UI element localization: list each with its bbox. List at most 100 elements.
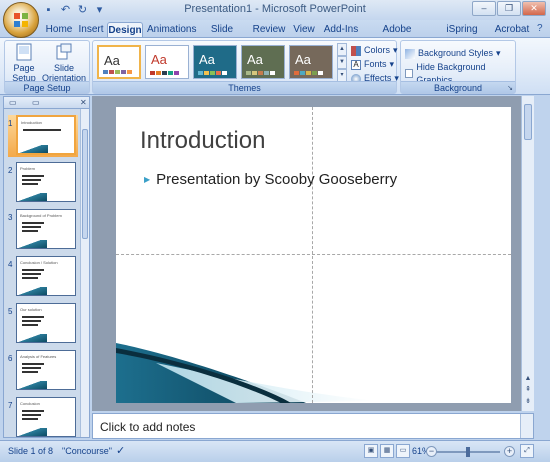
close-button[interactable]: ✕ — [522, 1, 546, 16]
hide-background-graphics-checkbox[interactable]: Hide Background Graphics — [405, 62, 515, 85]
slide-thumbnail-line — [22, 277, 38, 279]
tab-slide-show[interactable]: Slide Show — [199, 22, 245, 50]
tab-insert[interactable]: Insert — [77, 22, 105, 37]
slide-title[interactable]: Introduction — [140, 127, 265, 155]
dialog-launcher-icon[interactable]: ↘ — [507, 84, 513, 92]
next-slide-icon[interactable]: ⇟ — [523, 397, 533, 407]
tab-adobe-presenter[interactable]: Adobe Presenter — [364, 22, 430, 50]
theme-sample-text: Aa — [104, 53, 120, 68]
chevron-down-icon: ▾ — [389, 59, 395, 69]
fit-to-window-icon[interactable]: ⤢ — [520, 444, 534, 458]
color-swatch — [210, 71, 215, 75]
gallery-up-icon[interactable]: ▲ — [337, 43, 347, 56]
slide-thumbnail-item[interactable]: 5 Our solution — [8, 303, 78, 345]
slide-thumbnail: Conclusion — [16, 397, 76, 437]
slides-pane-scrollbar[interactable] — [80, 109, 89, 437]
tab-add-ins[interactable]: Add-Ins — [323, 22, 359, 37]
theme-thumbnail[interactable]: Aa — [145, 45, 189, 79]
slide-orientation-button[interactable]: Slide Orientation — [41, 43, 87, 83]
slide-thumbnail-swoosh — [17, 428, 47, 436]
color-swatch — [300, 71, 305, 75]
page-setup-button[interactable]: Page Setup — [9, 43, 39, 83]
theme-sample-text: Aa — [151, 52, 167, 67]
colors-button[interactable]: Colors ▾ — [351, 44, 398, 57]
tab-home[interactable]: Home — [44, 22, 74, 37]
horizontal-guide[interactable] — [116, 254, 511, 255]
tab-animations[interactable]: Animations — [147, 22, 196, 37]
background-styles-button[interactable]: Background Styles ▾ — [405, 47, 501, 60]
notes-pane[interactable]: Click to add notes — [92, 413, 534, 439]
slide-thumbnail-line — [22, 324, 38, 326]
spell-check-icon[interactable]: ✓ — [116, 444, 125, 457]
notes-scrollbar[interactable] — [520, 414, 533, 438]
slide-thumbnail-line — [22, 363, 44, 365]
slide-thumbnail-line — [22, 273, 41, 275]
page-setup-icon — [16, 43, 32, 61]
outline-tab-icon[interactable]: ▭ — [32, 98, 40, 108]
fonts-button[interactable]: A Fonts ▾ — [351, 58, 394, 71]
restore-button[interactable]: ❐ — [497, 1, 521, 16]
slide-thumbnail-line — [22, 222, 44, 224]
checkbox-icon — [405, 69, 414, 78]
theme-thumbnail[interactable]: Aa — [193, 45, 237, 79]
minimize-button[interactable]: – — [472, 1, 496, 16]
help-icon[interactable]: ? — [537, 23, 543, 34]
current-slide[interactable]: Introduction ▶ Presentation by Scooby Go… — [116, 107, 511, 403]
scroll-up-icon[interactable]: ▲ — [523, 374, 533, 384]
theme-sample-text: Aa — [199, 52, 215, 67]
background-styles-icon — [405, 48, 415, 59]
scroll-thumb[interactable] — [524, 104, 532, 140]
slide-thumbnail-title: Conclusion — [20, 401, 40, 406]
office-button[interactable] — [3, 2, 39, 38]
page-setup-group-label: Page Setup — [5, 81, 89, 93]
slide-thumbnail: Background of Problem — [16, 209, 76, 249]
slides-tab-icon[interactable]: ▭ — [9, 98, 17, 108]
tab-review[interactable]: Review — [252, 22, 286, 37]
theme-thumbnail[interactable]: Aa — [241, 45, 285, 79]
slide-thumbnail-item[interactable]: 2 Problem — [8, 162, 78, 204]
slide-thumbnail-swoosh — [17, 240, 47, 248]
themes-gallery-scroll: ▲ ▼ ▾ — [337, 43, 347, 83]
slide-thumbnail: Problem — [16, 162, 76, 202]
color-swatch — [264, 71, 269, 75]
theme-thumbnail[interactable]: Aa — [289, 45, 333, 79]
zoom-slider[interactable] — [436, 447, 500, 457]
zoom-slider-handle[interactable] — [466, 447, 470, 457]
zoom-in-icon[interactable]: + — [504, 446, 515, 457]
color-swatch — [162, 71, 167, 75]
slide-scrollbar[interactable]: ▲ ⇞ ⇟ — [521, 96, 534, 411]
previous-slide-icon[interactable]: ⇞ — [523, 385, 533, 395]
slide-thumbnail-item[interactable]: 1 Introduction — [8, 115, 78, 157]
slide-thumbnail-item[interactable]: 6 Analysis of Features — [8, 350, 78, 392]
theme-thumbnail[interactable]: Aa — [97, 45, 141, 79]
tab-ispring-free[interactable]: iSpring Free — [436, 22, 488, 50]
fonts-icon: A — [351, 59, 361, 70]
gallery-down-icon[interactable]: ▼ — [337, 56, 347, 69]
color-swatch — [150, 71, 155, 75]
color-swatch — [109, 70, 114, 74]
slide-sorter-icon[interactable]: ▦ — [380, 444, 394, 458]
close-pane-icon[interactable]: ✕ — [80, 98, 87, 108]
slide-show-icon[interactable]: ▭ — [396, 444, 410, 458]
slide-orientation-label: Slide Orientation — [41, 63, 87, 83]
colors-icon — [351, 45, 361, 56]
slide-thumbnail-title: Conclusion / Solution — [20, 260, 58, 265]
tab-view[interactable]: View — [292, 22, 316, 37]
slide-thumbnail: Analysis of Features — [16, 350, 76, 390]
normal-view-icon[interactable]: ▣ — [364, 444, 378, 458]
vertical-guide[interactable] — [312, 107, 313, 403]
tab-acrobat[interactable]: Acrobat — [494, 22, 530, 37]
themes-group-label: Themes — [93, 81, 396, 93]
office-logo-icon — [14, 13, 28, 27]
tab-design[interactable]: Design — [107, 22, 143, 37]
scroll-thumb[interactable] — [82, 129, 88, 239]
slide-thumbnail-item[interactable]: 3 Background of Problem — [8, 209, 78, 251]
slide-thumbnail-swoosh — [17, 334, 47, 342]
slide-thumbnail-line — [22, 320, 41, 322]
slide-thumbnail-item[interactable]: 7 Conclusion — [8, 397, 78, 439]
color-swatch — [306, 71, 311, 75]
slide-bullet[interactable]: ▶ Presentation by Scooby Gooseberry — [144, 171, 397, 188]
color-swatch — [318, 71, 323, 75]
slide-number: 3 — [8, 213, 13, 222]
slide-thumbnail-item[interactable]: 4 Conclusion / Solution — [8, 256, 78, 298]
